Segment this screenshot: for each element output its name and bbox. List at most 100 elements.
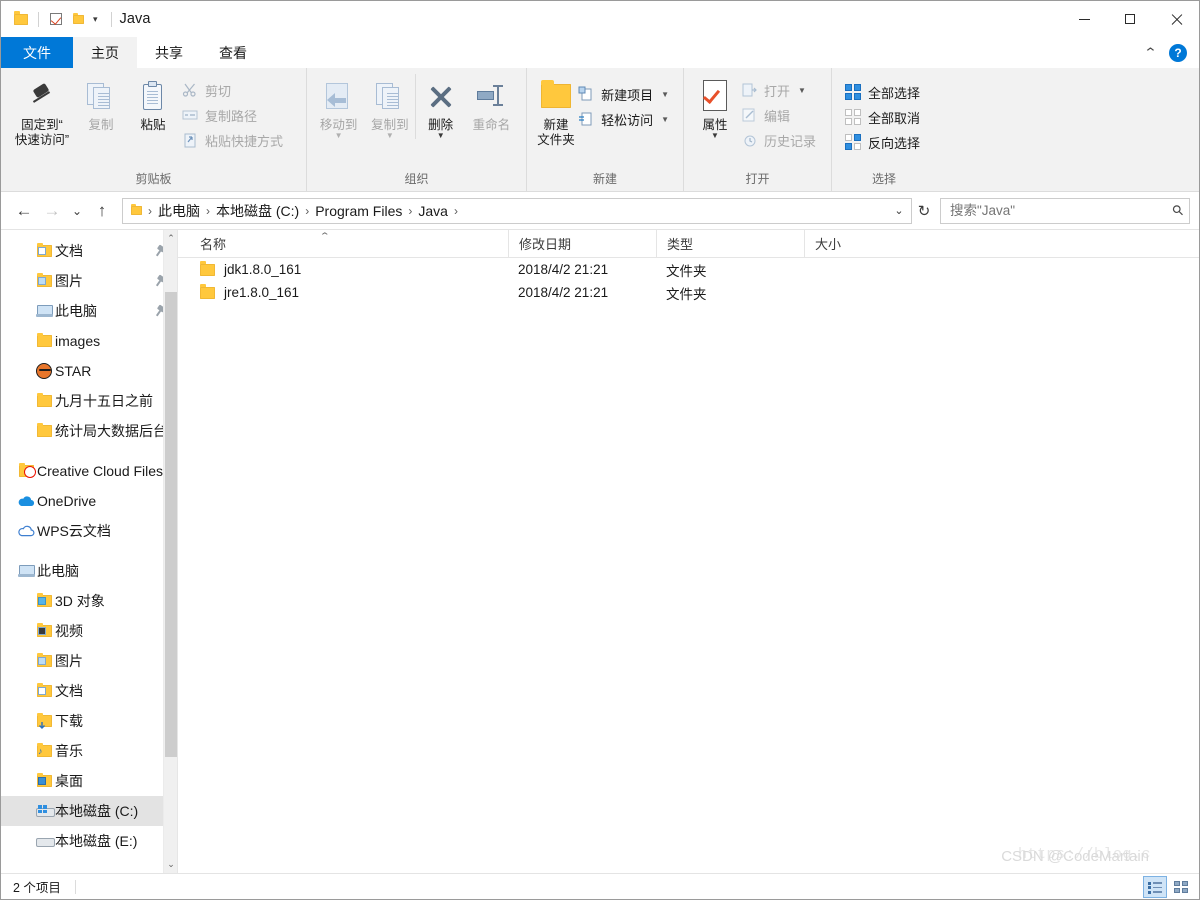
maximize-button[interactable]: [1107, 1, 1153, 37]
up-button[interactable]: ↑: [88, 197, 116, 225]
scroll-up-icon[interactable]: ⌃: [164, 230, 177, 247]
folder-music-icon: ♪: [33, 742, 55, 757]
breadcrumb-item-program-files[interactable]: Program Files: [311, 203, 406, 219]
move-to-button[interactable]: 移动到 ▼: [313, 74, 364, 140]
tab-share[interactable]: 共享: [137, 37, 201, 68]
breadcrumb-item-this-pc[interactable]: 此电脑: [154, 201, 204, 221]
column-label: 修改日期: [519, 237, 572, 252]
group-label-select: 选择: [871, 172, 896, 186]
column-header-date[interactable]: 修改日期: [508, 229, 656, 258]
tab-home[interactable]: 主页: [73, 37, 137, 68]
sidebar-item-images[interactable]: images: [1, 326, 177, 356]
chevron-down-icon[interactable]: ▼: [386, 132, 394, 140]
search-input[interactable]: [950, 203, 1173, 218]
sidebar-item-Creative-Cloud-Files[interactable]: Creative Cloud Files: [1, 456, 177, 486]
delete-button[interactable]: 删除 ▼: [415, 74, 464, 140]
back-button[interactable]: ←: [10, 197, 38, 225]
details-view-button[interactable]: [1143, 876, 1167, 898]
column-header-size[interactable]: 大小: [804, 229, 904, 258]
sidebar-item-视频[interactable]: 视频: [1, 616, 177, 646]
button-label: 新建项目: [601, 87, 654, 103]
sidebar-item-本地磁盘-(C:)[interactable]: 本地磁盘 (C:): [1, 796, 177, 826]
copy-path-button[interactable]: 复制路径: [179, 103, 289, 127]
sidebar-item-WPS云文档[interactable]: WPS云文档: [1, 516, 177, 546]
chevron-down-icon[interactable]: ▼: [711, 132, 719, 140]
sidebar-item-图片[interactable]: 图片: [1, 266, 177, 296]
button-label-line2: 快速访问”: [14, 133, 70, 147]
sidebar-item-此电脑[interactable]: 此电脑: [1, 556, 177, 586]
select-all-button[interactable]: 全部选择: [842, 80, 926, 104]
open-button[interactable]: 打开 ▼: [738, 78, 822, 102]
sidebar-item-统计局大数据后台[interactable]: 统计局大数据后台: [1, 416, 177, 446]
select-none-button[interactable]: 全部取消: [842, 105, 926, 129]
rename-button[interactable]: 重命名: [465, 74, 518, 133]
chevron-down-icon[interactable]: ▾: [89, 14, 105, 24]
sidebar-item-3D-对象[interactable]: 3D 对象: [1, 586, 177, 616]
paste-shortcut-button[interactable]: 粘贴快捷方式: [179, 128, 289, 152]
breadcrumb-separator[interactable]: ›: [303, 204, 311, 218]
sidebar-item-label: 九月十五日之前: [55, 393, 153, 409]
properties-checkbox-icon[interactable]: [45, 7, 67, 31]
sidebar-item-下载[interactable]: 下载: [1, 706, 177, 736]
chevron-down-icon[interactable]: ▼: [335, 132, 343, 140]
table-row[interactable]: jdk1.8.0_161 2018/4/2 21:21 文件夹: [178, 258, 1199, 281]
forward-button[interactable]: →: [38, 197, 66, 225]
chevron-down-icon[interactable]: ▼: [661, 90, 669, 99]
chevron-down-icon[interactable]: ▼: [661, 115, 669, 124]
large-icons-view-button[interactable]: [1169, 876, 1193, 898]
new-item-button[interactable]: 新建项目 ▼: [575, 82, 675, 106]
sidebar-item-本地磁盘-(E:)[interactable]: 本地磁盘 (E:): [1, 826, 177, 856]
cut-button[interactable]: 剪切: [179, 78, 289, 102]
tab-view[interactable]: 查看: [201, 37, 265, 68]
close-button[interactable]: [1153, 1, 1199, 37]
minimize-button[interactable]: [1061, 1, 1107, 37]
sidebar-item-音乐[interactable]: ♪ 音乐: [1, 736, 177, 766]
breadcrumb-item-java[interactable]: Java: [414, 203, 452, 219]
paste-button[interactable]: 粘贴: [127, 74, 179, 133]
scrollbar-thumb[interactable]: [165, 292, 177, 757]
sidebar-item-文档[interactable]: 文档: [1, 676, 177, 706]
easy-access-button[interactable]: 轻松访问 ▼: [575, 107, 675, 131]
table-row[interactable]: jre1.8.0_161 2018/4/2 21:21 文件夹: [178, 281, 1199, 304]
history-button[interactable]: 历史记录: [738, 128, 822, 152]
breadcrumb[interactable]: › 此电脑 › 本地磁盘 (C:) › Program Files › Java…: [122, 197, 912, 224]
sidebar-item-STAR[interactable]: STAR: [1, 356, 177, 386]
chevron-down-icon[interactable]: ▼: [437, 132, 445, 140]
chevron-down-icon[interactable]: ▼: [798, 86, 806, 95]
copy-to-button[interactable]: 复制到 ▼: [364, 74, 415, 140]
sidebar-item-九月十五日之前[interactable]: 九月十五日之前: [1, 386, 177, 416]
tab-file[interactable]: 文件: [1, 37, 73, 68]
breadcrumb-separator[interactable]: ›: [406, 204, 414, 218]
sidebar-item-桌面[interactable]: 桌面: [1, 766, 177, 796]
sidebar-item-图片[interactable]: 图片: [1, 646, 177, 676]
breadcrumb-item-local-disk-c[interactable]: 本地磁盘 (C:): [212, 201, 303, 221]
sidebar-item-OneDrive[interactable]: OneDrive: [1, 486, 177, 516]
new-folder-button[interactable]: 新建 文件夹: [537, 74, 575, 148]
refresh-button[interactable]: ↻: [912, 198, 936, 224]
invert-selection-button[interactable]: 反向选择: [842, 130, 926, 154]
chevron-up-icon[interactable]: ⌃: [1138, 46, 1163, 59]
help-button[interactable]: ?: [1169, 43, 1187, 62]
sidebar-item-文档[interactable]: 文档: [1, 236, 177, 266]
breadcrumb-separator[interactable]: ›: [452, 204, 460, 218]
sidebar-item-label: 此电脑: [55, 303, 97, 319]
properties-button[interactable]: 属性 ▼: [692, 74, 738, 140]
column-header-type[interactable]: 类型: [656, 229, 804, 258]
scroll-down-icon[interactable]: ⌄: [164, 856, 177, 873]
sidebar-scrollbar[interactable]: ⌃ ⌄: [163, 230, 177, 873]
sidebar-item-此电脑[interactable]: 此电脑: [1, 296, 177, 326]
edit-button[interactable]: 编辑: [738, 103, 822, 127]
new-folder-qat-icon[interactable]: [67, 7, 89, 31]
column-header-name[interactable]: 名称: [178, 230, 508, 258]
pin-to-quick-access-button[interactable]: 固定到“ 快速访问”: [9, 74, 75, 148]
star-app-icon: [33, 363, 55, 379]
breadcrumb-separator[interactable]: ›: [204, 204, 212, 218]
group-label-organize: 组织: [404, 172, 429, 186]
properties-icon: [700, 78, 730, 114]
recent-locations-button[interactable]: ⌄: [66, 197, 88, 225]
chevron-down-icon[interactable]: ⌄: [887, 204, 911, 217]
copy-button[interactable]: 复制: [75, 74, 127, 133]
search-box[interactable]: ⚲: [940, 197, 1190, 224]
sidebar-item-label: 文档: [55, 243, 83, 259]
